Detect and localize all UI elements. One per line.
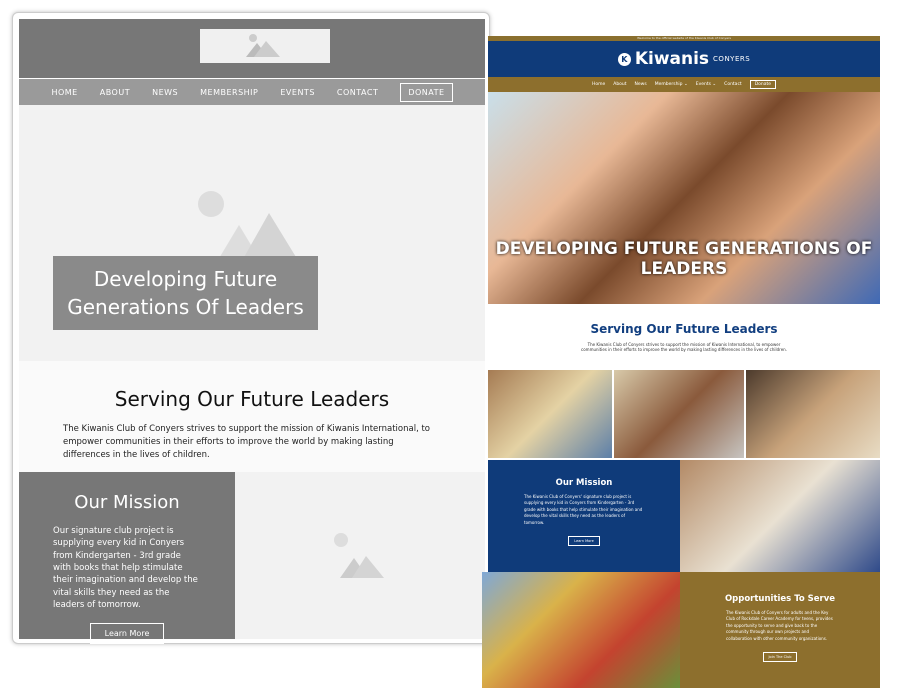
wireframe-card: HOME ABOUT NEWS MEMBERSHIP EVENTS CONTAC… — [12, 12, 490, 645]
classroom-photo — [614, 370, 744, 458]
nav-home[interactable]: Home — [592, 82, 605, 87]
donate-button[interactable]: DONATE — [400, 82, 453, 102]
join-club-button[interactable]: Join The Club — [762, 651, 798, 662]
section-text: The Kiwanis Club of Conyers strives to s… — [63, 424, 431, 460]
kiwanis-logo-icon: K — [617, 52, 631, 66]
nav-about[interactable]: ABOUT — [100, 88, 130, 97]
mockup-header: K Kiwanis CONYERS — [488, 41, 880, 77]
nav-contact[interactable]: Contact — [724, 82, 742, 87]
nav-membership[interactable]: MEMBERSHIP — [200, 88, 258, 97]
section-title: Serving Our Future Leaders — [590, 322, 778, 336]
nav-news[interactable]: News — [635, 82, 647, 87]
section-title: Serving Our Future Leaders — [114, 387, 390, 411]
wire-header — [19, 19, 485, 78]
hero-title: Developing Future Generations Of Leaders — [53, 256, 318, 330]
brand-sub: CONYERS — [713, 55, 751, 63]
wire-image-placeholder — [235, 472, 485, 639]
classroom-photo — [746, 370, 880, 458]
learn-more-button[interactable]: Learn More — [89, 623, 165, 645]
opportunities-text: The Kiwanis Club of Conyers for adults a… — [726, 610, 833, 641]
nav-events[interactable]: EVENTS — [280, 88, 315, 97]
mockup-nav: Home About News Membership ⌄ Events ⌄ Co… — [488, 77, 880, 92]
opportunities-title: Opportunities To Serve — [724, 594, 836, 604]
wire-hero: Developing Future Generations Of Leaders — [19, 105, 485, 361]
intro-section: Serving Our Future Leaders The Kiwanis C… — [488, 304, 880, 370]
hero-title: DEVELOPING FUTURE GENERATIONS OF LEADERS — [495, 239, 873, 279]
nav-membership[interactable]: Membership ⌄ — [655, 82, 688, 87]
wire-intro-section: Serving Our Future Leaders The Kiwanis C… — [19, 361, 485, 472]
reading-photo — [680, 460, 880, 572]
wire-mission: Our Mission Our signature club project i… — [19, 472, 235, 645]
image-placeholder-icon — [334, 533, 384, 578]
nav-events[interactable]: Events ⌄ — [696, 82, 716, 87]
mission-text: The Kiwanis Club of Conyers' signature c… — [524, 494, 643, 525]
mission-title: Our Mission — [555, 478, 613, 488]
mission-text: Our signature club project is supplying … — [53, 526, 198, 610]
learn-more-button[interactable]: Learn More — [568, 535, 600, 546]
wire-nav: HOME ABOUT NEWS MEMBERSHIP EVENTS CONTAC… — [19, 79, 485, 105]
mission-section: Our Mission The Kiwanis Club of Conyers'… — [488, 460, 680, 572]
nav-news[interactable]: NEWS — [152, 88, 178, 97]
logo-placeholder — [200, 29, 330, 63]
nav-about[interactable]: About — [613, 82, 626, 87]
mission-title: Our Mission — [74, 492, 180, 513]
brand-name[interactable]: Kiwanis — [635, 49, 709, 69]
website-mockup: Welcome to the official website of the K… — [482, 36, 880, 688]
classroom-photo — [488, 370, 612, 458]
volunteers-photo — [482, 572, 680, 688]
donate-button[interactable]: Donate — [749, 80, 777, 89]
hero-photo: DEVELOPING FUTURE GENERATIONS OF LEADERS — [488, 92, 880, 304]
image-placeholder-icon — [246, 34, 280, 57]
nav-home[interactable]: HOME — [51, 88, 77, 97]
section-text: The Kiwanis Club of Conyers strives to s… — [581, 342, 787, 352]
opportunities-section: Opportunities To Serve The Kiwanis Club … — [680, 572, 880, 688]
nav-contact[interactable]: CONTACT — [337, 88, 378, 97]
